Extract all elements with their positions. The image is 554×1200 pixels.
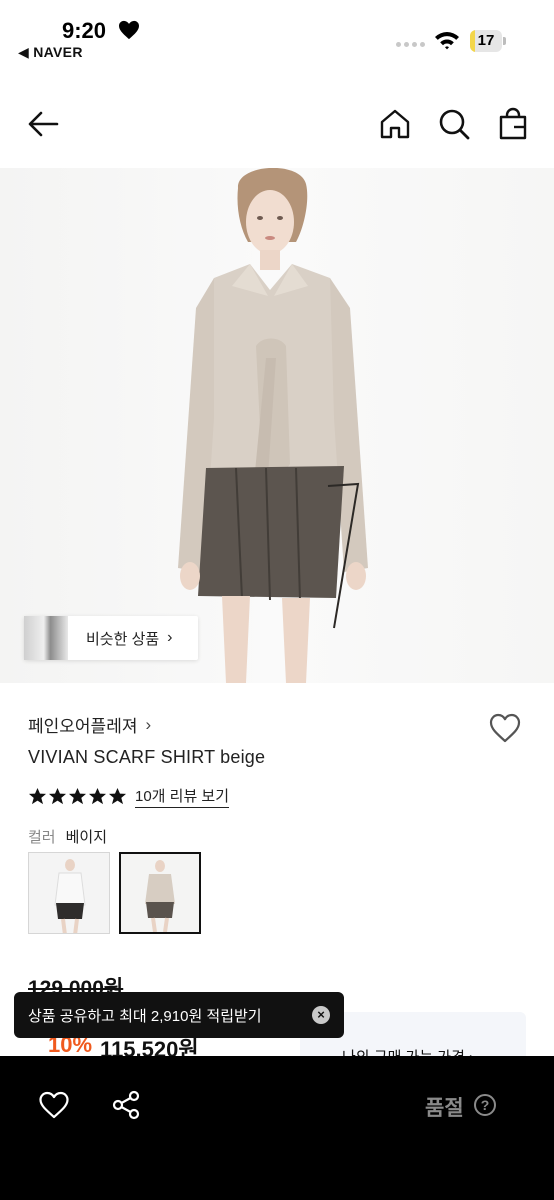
- brand-name: 페인오어플레져: [28, 717, 138, 736]
- wifi-icon: [435, 32, 459, 50]
- back-to-naver-link[interactable]: ◀ NAVER: [18, 44, 83, 61]
- soldout-button[interactable]: 품절: [425, 1092, 464, 1122]
- similar-products-button[interactable]: 비슷한 상품 ›: [24, 616, 198, 660]
- similar-products-label: 비슷한 상품: [86, 630, 160, 648]
- color-swatch-white[interactable]: [28, 852, 110, 934]
- color-option-row: 컬러 베이지: [28, 826, 107, 847]
- star-icon: [28, 787, 47, 805]
- clock: 9:20: [62, 18, 107, 43]
- signal-dots-icon: [396, 42, 425, 47]
- toast-message: 상품 공유하고 최대 2,910원 적립받기: [28, 1007, 262, 1025]
- share-icon[interactable]: [111, 1090, 141, 1120]
- color-value: 베이지: [65, 829, 108, 846]
- help-icon[interactable]: ?: [474, 1094, 496, 1116]
- heart-status-icon: [119, 20, 139, 40]
- close-icon[interactable]: ×: [312, 1006, 330, 1024]
- chevron-right-icon: ›: [167, 629, 173, 646]
- similar-product-thumbnail: [24, 616, 68, 660]
- top-navigation: [0, 95, 554, 155]
- shopping-bag-icon[interactable]: [496, 107, 530, 141]
- battery-indicator: 17: [470, 30, 506, 52]
- rating-stars: [28, 787, 127, 806]
- bottom-action-bar: 품절 ?: [0, 1056, 554, 1200]
- home-icon[interactable]: [378, 107, 412, 141]
- chevron-right-icon: ›: [145, 714, 152, 734]
- share-reward-toast[interactable]: 상품 공유하고 최대 2,910원 적립받기 ×: [14, 992, 344, 1038]
- star-icon: [108, 787, 127, 805]
- rating-row: 10개 리뷰 보기: [28, 785, 230, 808]
- heart-icon[interactable]: [38, 1090, 70, 1120]
- star-icon: [68, 787, 87, 805]
- reviews-link[interactable]: 10개 리뷰 보기: [135, 785, 230, 808]
- brand-link[interactable]: 페인오어플레져 ›: [28, 712, 151, 737]
- product-image[interactable]: 비슷한 상품 ›: [0, 168, 554, 683]
- arrow-left-icon[interactable]: [26, 107, 60, 141]
- star-icon: [88, 787, 107, 805]
- search-icon[interactable]: [437, 107, 471, 141]
- battery-level: 17: [477, 32, 495, 49]
- model-photo: [178, 168, 368, 683]
- star-icon: [48, 787, 67, 805]
- wishlist-heart-icon[interactable]: [488, 712, 522, 744]
- status-bar: 9:20 ◀ NAVER 17: [0, 0, 554, 70]
- product-name: VIVIAN SCARF SHIRT beige: [28, 747, 266, 767]
- color-label: 컬러: [28, 829, 56, 846]
- color-swatch-beige[interactable]: [119, 852, 201, 934]
